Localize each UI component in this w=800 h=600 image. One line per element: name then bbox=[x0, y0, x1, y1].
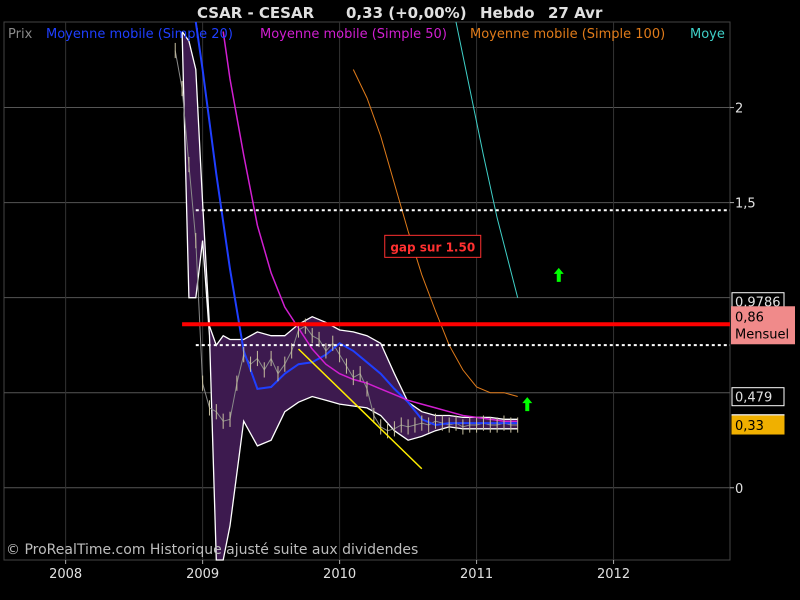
legend-item-ma50: Moyenne mobile (Simple 50) bbox=[260, 27, 447, 42]
resistance-label-value: 0,86 bbox=[735, 310, 764, 325]
annotation-text: gap sur 1.50 bbox=[390, 240, 475, 254]
x-tick-label: 2008 bbox=[49, 567, 82, 582]
date-label: 27 Avr bbox=[548, 4, 603, 22]
y-tick-label: 0 bbox=[735, 482, 743, 497]
price-chart[interactable]: 21,50 2008 2009 2010 2011 2012 0,97860,4790,… bbox=[0, 0, 800, 600]
x-tick-label: 2012 bbox=[597, 567, 630, 582]
annotation-gap: gap sur 1.50 bbox=[384, 234, 482, 258]
period-label: Hebdo bbox=[480, 4, 535, 22]
quote-value: 0,33 (+0,00%) bbox=[346, 4, 467, 22]
y-tick-label: 2 bbox=[735, 102, 743, 117]
plot-area bbox=[3, 21, 731, 561]
legend-item-ma20: Moyenne mobile (Simple 20) bbox=[46, 27, 233, 42]
x-tick-label: 2009 bbox=[186, 567, 219, 582]
copyright-notice: © ProRealTime.com Historique ajusté suit… bbox=[6, 542, 418, 558]
resistance-label-period: Mensuel bbox=[735, 327, 789, 342]
ticker-name: CSAR - CESAR bbox=[197, 4, 315, 22]
price-label-text: 0,33 bbox=[735, 419, 764, 434]
legend: Prix Moyenne mobile (Simple 20) Moyenne … bbox=[8, 27, 725, 42]
price-label-text: 0,479 bbox=[735, 391, 772, 406]
x-tick-label: 2010 bbox=[323, 567, 356, 582]
legend-item-ma200: Moye bbox=[690, 27, 725, 42]
x-tick-label: 2011 bbox=[460, 567, 493, 582]
legend-item-price: Prix bbox=[8, 27, 33, 42]
legend-item-ma100: Moyenne mobile (Simple 100) bbox=[470, 27, 665, 42]
resistance-label: 0,86 Mensuel bbox=[731, 306, 795, 345]
y-tick-label: 1,5 bbox=[735, 197, 756, 212]
